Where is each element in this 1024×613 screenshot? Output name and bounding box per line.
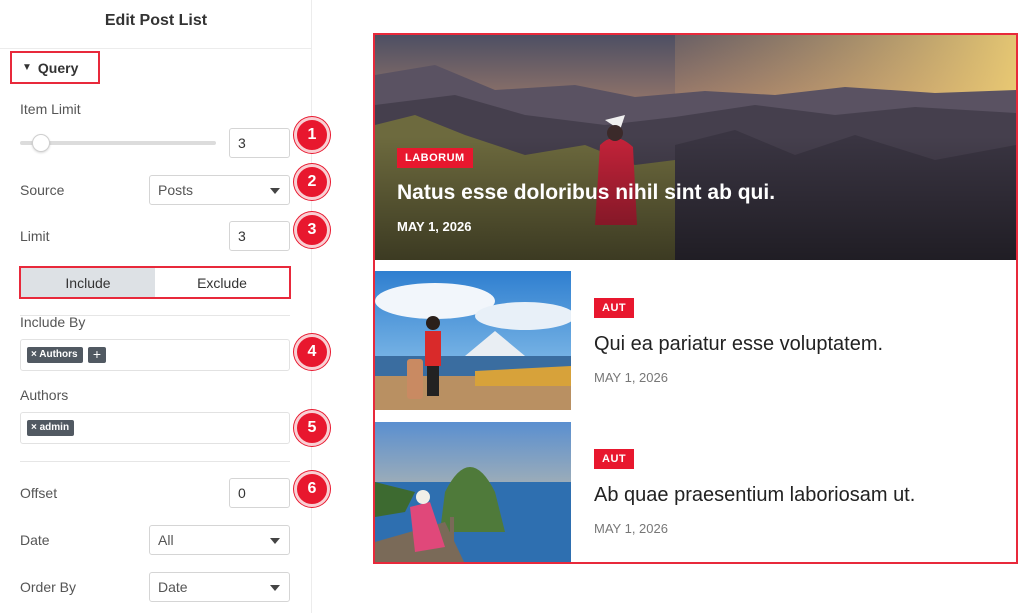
query-section-label: Query [37, 59, 79, 76]
post-date: MAY 1, 2026 [594, 521, 668, 536]
limit-input[interactable]: 3 [229, 221, 290, 251]
authors-tag[interactable]: × Authors [27, 347, 83, 363]
title-divider [0, 48, 312, 49]
editor-panel: Edit Post List ▼ Query Item Limit 3 Sour… [0, 0, 312, 613]
post-thumbnail-image [375, 271, 571, 410]
authors-label: Authors [20, 387, 69, 403]
featured-post[interactable]: LABORUM Natus esse doloribus nihil sint … [375, 35, 1016, 260]
featured-post-date: MAY 1, 2026 [397, 219, 472, 234]
offset-label: Offset [20, 485, 58, 501]
offset-input[interactable]: 0 [229, 478, 290, 508]
post-thumbnail[interactable] [375, 271, 571, 410]
post-title[interactable]: Qui ea pariatur esse voluptatem. [594, 333, 883, 356]
post-title[interactable]: Ab quae praesentium laboriosam ut. [594, 484, 915, 507]
tab-exclude[interactable]: Exclude [155, 268, 289, 297]
post-date: MAY 1, 2026 [594, 370, 668, 385]
featured-post-title[interactable]: Natus esse doloribus nihil sint ab qui. [397, 181, 775, 205]
date-select[interactable]: All [149, 525, 290, 555]
date-select-value: All [158, 532, 174, 548]
include-by-label: Include By [20, 314, 86, 330]
item-limit-input[interactable]: 3 [229, 128, 290, 158]
add-tag-button[interactable]: + [88, 347, 106, 363]
callout-badge-1: 1 [294, 117, 330, 153]
category-badge[interactable]: LABORUM [397, 148, 473, 168]
callout-badge-4: 4 [294, 334, 330, 370]
dropdown-arrow-icon [270, 585, 280, 591]
post-thumbnail-image [375, 422, 571, 562]
item-limit-slider-handle[interactable] [31, 134, 50, 152]
dropdown-arrow-icon [270, 188, 280, 194]
source-select[interactable]: Posts [149, 175, 290, 205]
query-section-toggle[interactable]: ▼ Query [10, 51, 100, 84]
order-by-select-value: Date [158, 579, 188, 595]
divider [20, 461, 290, 462]
order-by-label: Order By [20, 579, 77, 595]
source-label: Source [20, 182, 65, 198]
include-exclude-tabs: Include Exclude [19, 266, 291, 299]
post-list-preview: LABORUM Natus esse doloribus nihil sint … [373, 33, 1018, 564]
tab-include[interactable]: Include [21, 268, 155, 297]
panel-title: Edit Post List [104, 12, 208, 29]
item-limit-label: Item Limit [20, 101, 81, 117]
admin-tag[interactable]: × admin [27, 420, 75, 436]
date-label: Date [20, 532, 50, 548]
caret-down-icon: ▼ [22, 62, 32, 73]
callout-badge-6: 6 [294, 471, 330, 507]
dropdown-arrow-icon [270, 538, 280, 544]
authors-field[interactable]: × admin [20, 412, 290, 444]
order-by-select[interactable]: Date [149, 572, 290, 602]
include-by-field[interactable]: × Authors + [20, 339, 290, 371]
callout-badge-2: 2 [294, 164, 330, 200]
post-thumbnail[interactable] [375, 422, 571, 562]
category-badge[interactable]: AUT [594, 449, 635, 469]
category-badge[interactable]: AUT [594, 298, 635, 318]
callout-badge-5: 5 [294, 410, 330, 446]
limit-label: Limit [20, 228, 50, 244]
source-select-value: Posts [158, 182, 194, 198]
callout-badge-3: 3 [294, 212, 330, 248]
